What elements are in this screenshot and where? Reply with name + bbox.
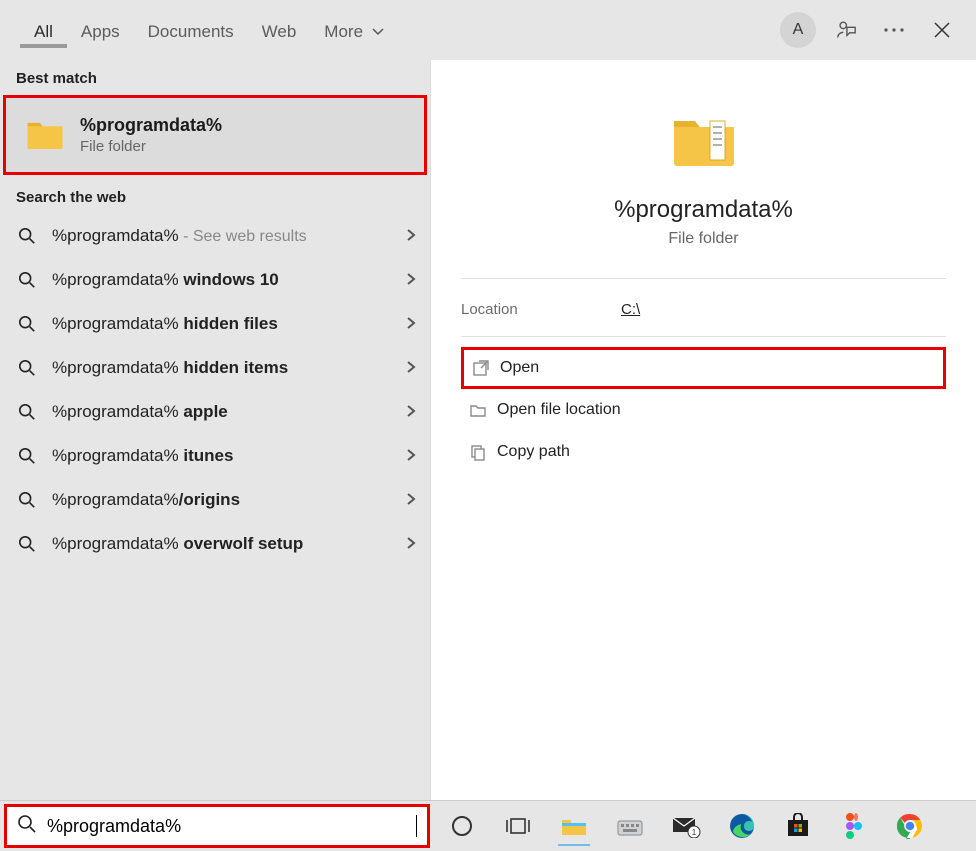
chevron-right-icon[interactable] [400,404,422,421]
web-result-row[interactable]: %programdata% hidden files [0,302,430,346]
action-copy-path-label: Copy path [497,443,570,461]
action-open[interactable]: Open [461,347,946,389]
chevron-down-icon [372,27,384,39]
search-box[interactable] [4,804,430,848]
tab-all[interactable]: All [20,12,67,48]
task-edge-icon[interactable] [720,806,764,846]
search-topbar: All Apps Documents Web More A [0,0,976,60]
task-keyboard-icon[interactable] [608,806,652,846]
folder-icon [24,114,66,156]
action-open-location-label: Open file location [497,401,621,419]
tab-documents[interactable]: Documents [134,12,248,48]
task-cortana-icon[interactable] [440,806,484,846]
chevron-right-icon[interactable] [400,272,422,289]
chevron-right-icon[interactable] [400,536,422,553]
task-chrome-icon[interactable] [888,806,932,846]
search-icon [16,447,38,465]
detail-key: Location [461,301,621,318]
best-match-result[interactable]: %programdata% File folder [3,95,427,175]
web-result-row[interactable]: %programdata% - See web results [0,214,430,258]
search-icon [16,227,38,245]
search-icon [16,491,38,509]
chevron-right-icon[interactable] [400,360,422,377]
taskbar: 1 [0,800,976,851]
search-icon [17,814,37,839]
folder-open-icon [469,401,497,419]
web-result-text: %programdata%/origins [52,490,400,510]
best-match-subtitle: File folder [80,138,222,155]
preview-panel: %programdata% File folder Location C:\ O… [430,60,976,800]
close-icon[interactable] [920,8,964,52]
search-input[interactable] [47,816,416,837]
detail-row-location: Location C:\ [461,278,946,336]
action-copy-path[interactable]: Copy path [461,431,946,473]
best-match-text: %programdata% File folder [80,115,222,155]
taskbar-icons: 1 [440,801,932,851]
web-results-list: %programdata% - See web results %programd… [0,214,430,566]
task-store-icon[interactable] [776,806,820,846]
detail-value-location[interactable]: C:\ [621,301,640,318]
chevron-right-icon[interactable] [400,228,422,245]
action-open-file-location[interactable]: Open file location [461,389,946,431]
web-result-text: %programdata% hidden items [52,358,400,378]
more-options-icon[interactable] [872,8,916,52]
folder-icon [668,106,740,178]
text-cursor [416,815,417,837]
results-panel: Best match %programdata% File folder Sea… [0,60,430,800]
preview-header: %programdata% File folder [431,60,976,248]
search-icon [16,403,38,421]
action-open-label: Open [500,359,539,377]
open-icon [472,359,500,377]
main-area: Best match %programdata% File folder Sea… [0,60,976,800]
search-icon [16,271,38,289]
avatar-letter: A [793,21,804,39]
web-result-row[interactable]: %programdata% overwolf setup [0,522,430,566]
task-figma-icon[interactable] [832,806,876,846]
search-icon [16,315,38,333]
account-avatar[interactable]: A [776,8,820,52]
chevron-right-icon[interactable] [400,492,422,509]
web-result-row[interactable]: %programdata% apple [0,390,430,434]
web-result-text: %programdata% windows 10 [52,270,400,290]
tab-apps[interactable]: Apps [67,12,134,48]
task-mail-icon[interactable]: 1 [664,806,708,846]
task-file-explorer-icon[interactable] [552,806,596,846]
search-web-header: Search the web [0,179,430,214]
preview-subtitle: File folder [431,230,976,248]
web-result-row[interactable]: %programdata% itunes [0,434,430,478]
copy-icon [469,443,497,461]
web-result-text: %programdata% overwolf setup [52,534,400,554]
chevron-right-icon[interactable] [400,316,422,333]
preview-actions: Open Open file location Copy path [461,336,946,473]
preview-title: %programdata% [431,196,976,224]
web-result-text: %programdata% - See web results [52,226,400,246]
tab-web[interactable]: Web [248,12,311,48]
web-result-text: %programdata% apple [52,402,400,422]
web-result-row[interactable]: %programdata%/origins [0,478,430,522]
feedback-icon[interactable] [824,8,868,52]
tab-more[interactable]: More [310,12,397,48]
web-result-row[interactable]: %programdata% hidden items [0,346,430,390]
svg-text:1: 1 [692,828,697,837]
task-taskview-icon[interactable] [496,806,540,846]
best-match-title: %programdata% [80,115,222,136]
chevron-right-icon[interactable] [400,448,422,465]
tab-more-label: More [324,22,363,41]
web-result-text: %programdata% itunes [52,446,400,466]
search-icon [16,359,38,377]
web-result-row[interactable]: %programdata% windows 10 [0,258,430,302]
best-match-header: Best match [0,60,430,95]
web-result-text: %programdata% hidden files [52,314,400,334]
search-icon [16,535,38,553]
